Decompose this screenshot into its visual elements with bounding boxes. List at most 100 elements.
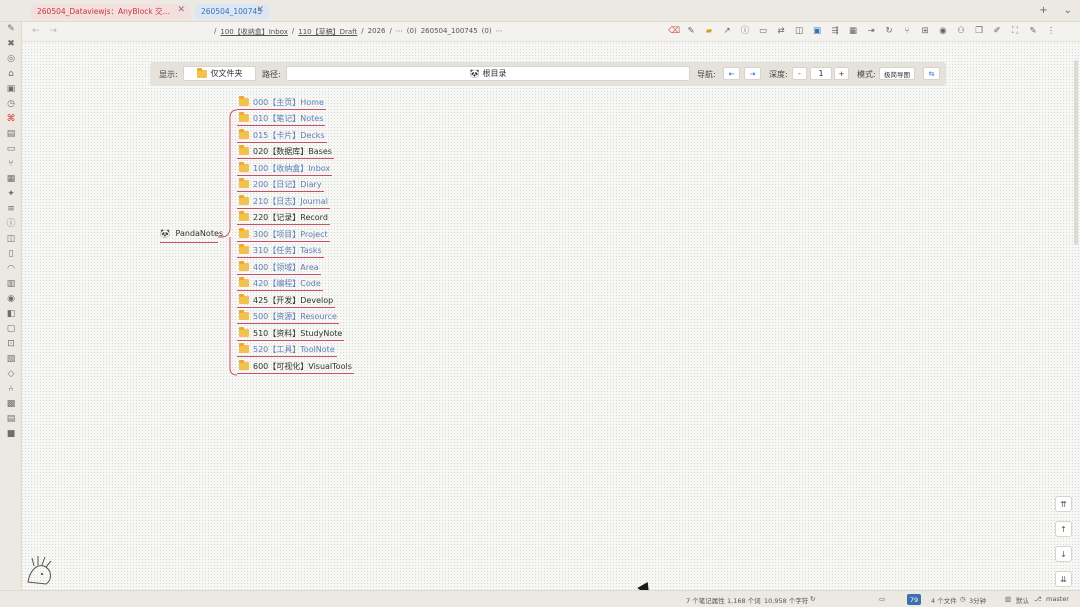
breadcrumb-more[interactable]: ⋯ xyxy=(496,27,503,37)
folder-node[interactable]: 425【开发】Develop xyxy=(237,293,336,308)
folder-node[interactable]: 420【编程】Code xyxy=(237,276,323,291)
tag-icon[interactable]: ⌂ xyxy=(6,69,16,79)
folder-icon[interactable]: ▰ xyxy=(704,25,714,37)
open-book-icon[interactable]: ◧ xyxy=(6,309,16,319)
mode-switch-button[interactable]: ⇆ xyxy=(923,67,940,80)
database-icon[interactable]: ▤ xyxy=(6,129,16,139)
depth-input[interactable]: 1 xyxy=(810,67,832,80)
document-icon[interactable]: ▯ xyxy=(6,249,16,259)
tab-260504-100745[interactable]: 260504_100745 ✕ xyxy=(195,4,269,19)
status-default[interactable]: 默认 xyxy=(1016,595,1029,605)
git-icon[interactable]: ⑃ xyxy=(6,384,16,394)
breadcrumb-draft[interactable]: 110【草稿】Draft xyxy=(298,27,357,37)
mindmap-root[interactable]: 🐼 PandaNotes xyxy=(160,229,223,243)
tab-list-dropdown[interactable]: ⌄ xyxy=(1064,5,1072,16)
slides-icon[interactable]: ▭ xyxy=(758,25,768,37)
nav-next-button[interactable]: ⇥ xyxy=(744,67,761,80)
status-properties[interactable]: 7 个笔记属性 xyxy=(686,595,725,605)
edit-icon[interactable]: ✐ xyxy=(992,25,1002,37)
grid-icon[interactable]: ▦ xyxy=(848,25,858,37)
merge-icon[interactable]: ⑂ xyxy=(902,25,912,37)
new-tab-button[interactable]: + xyxy=(1039,5,1047,16)
terminal-icon[interactable]: ▢ xyxy=(6,324,16,334)
status-toggle-icon[interactable]: ▭ xyxy=(879,595,885,603)
delete-icon[interactable]: ⌫ xyxy=(668,25,680,37)
mode-select[interactable]: 极简导图 xyxy=(879,67,915,80)
scroll-bottom-button[interactable]: ⇊ xyxy=(1055,571,1072,587)
tab-dataviewjs[interactable]: 260504_Dataviewjs：AnyBlock 交互式文... ✕ xyxy=(31,4,190,19)
folder-node[interactable]: 010【笔记】Notes xyxy=(237,111,326,126)
folder-node[interactable]: 300【项目】Project xyxy=(237,227,330,242)
nav-prev-button[interactable]: ⇤ xyxy=(723,67,740,80)
depth-minus-button[interactable]: - xyxy=(792,67,807,80)
fullscreen-icon[interactable]: ⛶ xyxy=(1010,25,1020,37)
share-icon[interactable]: ⇶ xyxy=(830,25,840,37)
info-icon[interactable]: ⓘ xyxy=(6,219,16,229)
folder-node[interactable]: 000【主页】Home xyxy=(237,95,326,110)
image-icon[interactable]: ▣ xyxy=(812,25,822,37)
crop-icon[interactable]: ⊞ xyxy=(920,25,930,37)
folder-node[interactable]: 520【工具】ToolNote xyxy=(237,342,337,357)
branch-icon[interactable]: ⑂ xyxy=(6,159,16,169)
scroll-up-button[interactable]: ↑ xyxy=(1055,521,1072,537)
forward-button[interactable]: → xyxy=(50,26,58,36)
folder-node[interactable]: 200【日记】Diary xyxy=(237,177,324,192)
folder-node[interactable]: 020【数据库】Bases xyxy=(237,144,334,159)
calendar-icon[interactable]: ▤ xyxy=(6,414,16,424)
eye-icon[interactable]: ◉ xyxy=(938,25,948,37)
magic-wand-icon[interactable]: ✦ xyxy=(6,189,16,199)
path-input[interactable]: 🐼 根目录 xyxy=(286,66,690,81)
list-icon[interactable]: ≡ xyxy=(6,204,16,214)
folder-node[interactable]: 600【可视化】VisualTools xyxy=(237,359,354,374)
export-icon[interactable]: ⇥ xyxy=(866,25,876,37)
folder-node[interactable]: 510【资料】StudyNote xyxy=(237,326,345,341)
status-badge[interactable]: 79 xyxy=(907,594,921,605)
depth-plus-button[interactable]: + xyxy=(834,67,849,80)
clock-icon[interactable]: ◷ xyxy=(6,99,16,109)
refresh-icon[interactable]: ↻ xyxy=(884,25,894,37)
pen-icon[interactable]: ✎ xyxy=(1028,25,1038,37)
close-icon[interactable]: ✕ xyxy=(256,5,264,15)
folder-node[interactable]: 100【收纳盒】Inbox xyxy=(237,161,333,176)
info-icon[interactable]: ⓘ xyxy=(740,25,750,37)
breadcrumb-year[interactable]: 2026 xyxy=(368,27,386,37)
close-icon[interactable]: ✕ xyxy=(177,5,185,15)
grid-icon[interactable]: ▩ xyxy=(6,399,16,409)
network-icon[interactable]: ⚇ xyxy=(956,25,966,37)
graph-icon[interactable]: ◎ xyxy=(6,54,16,64)
close-panel-icon[interactable]: ✖ xyxy=(6,39,16,49)
image-gallery-icon[interactable]: ▧ xyxy=(6,354,16,364)
breadcrumb-file[interactable]: 260504_100745 xyxy=(421,27,478,37)
folder-node[interactable]: 015【卡片】Decks xyxy=(237,128,327,143)
command-icon[interactable]: ⌘ xyxy=(6,114,16,124)
eye-icon[interactable]: ◉ xyxy=(6,294,16,304)
folder-node[interactable]: 220【记录】Record xyxy=(237,210,330,225)
chart-icon[interactable]: ▥ xyxy=(6,279,16,289)
split-icon[interactable]: ◫ xyxy=(794,25,804,37)
display-select[interactable]: 仅文件夹 xyxy=(183,66,256,81)
back-button[interactable]: ← xyxy=(32,26,40,36)
status-branch[interactable]: master xyxy=(1046,595,1069,603)
sync-icon[interactable]: ↻ xyxy=(810,595,815,603)
vault-icon[interactable]: ✎ xyxy=(6,24,16,34)
more-options-icon[interactable]: ⋮ xyxy=(1046,25,1056,37)
folder-node[interactable]: 310【任务】Tasks xyxy=(237,243,324,258)
table-icon[interactable]: ▦ xyxy=(6,174,16,184)
swap-icon[interactable]: ⇄ xyxy=(776,25,786,37)
breadcrumb-inbox[interactable]: 100【收纳盒】Inbox xyxy=(220,27,288,37)
scroll-down-button[interactable]: ↓ xyxy=(1055,546,1072,562)
folder-node[interactable]: 210【日志】Journal xyxy=(237,194,330,209)
scroll-top-button[interactable]: ⇈ xyxy=(1055,496,1072,512)
book-icon[interactable]: ◫ xyxy=(6,234,16,244)
copy-icon[interactable]: ❐ xyxy=(974,25,984,37)
arc-icon[interactable]: ◠ xyxy=(6,264,16,274)
pin-icon[interactable]: ✎ xyxy=(686,25,696,37)
open-external-icon[interactable]: ↗ xyxy=(722,25,732,37)
alert-icon[interactable]: ■ xyxy=(6,429,16,439)
folder-node[interactable]: 400【领域】Area xyxy=(237,260,321,275)
image-icon[interactable]: ▣ xyxy=(6,84,16,94)
diamond-icon[interactable]: ◇ xyxy=(6,369,16,379)
lock-icon[interactable]: ⊡ xyxy=(6,339,16,349)
archive-icon[interactable]: ▭ xyxy=(6,144,16,154)
folder-node[interactable]: 500【资源】Resource xyxy=(237,309,339,324)
